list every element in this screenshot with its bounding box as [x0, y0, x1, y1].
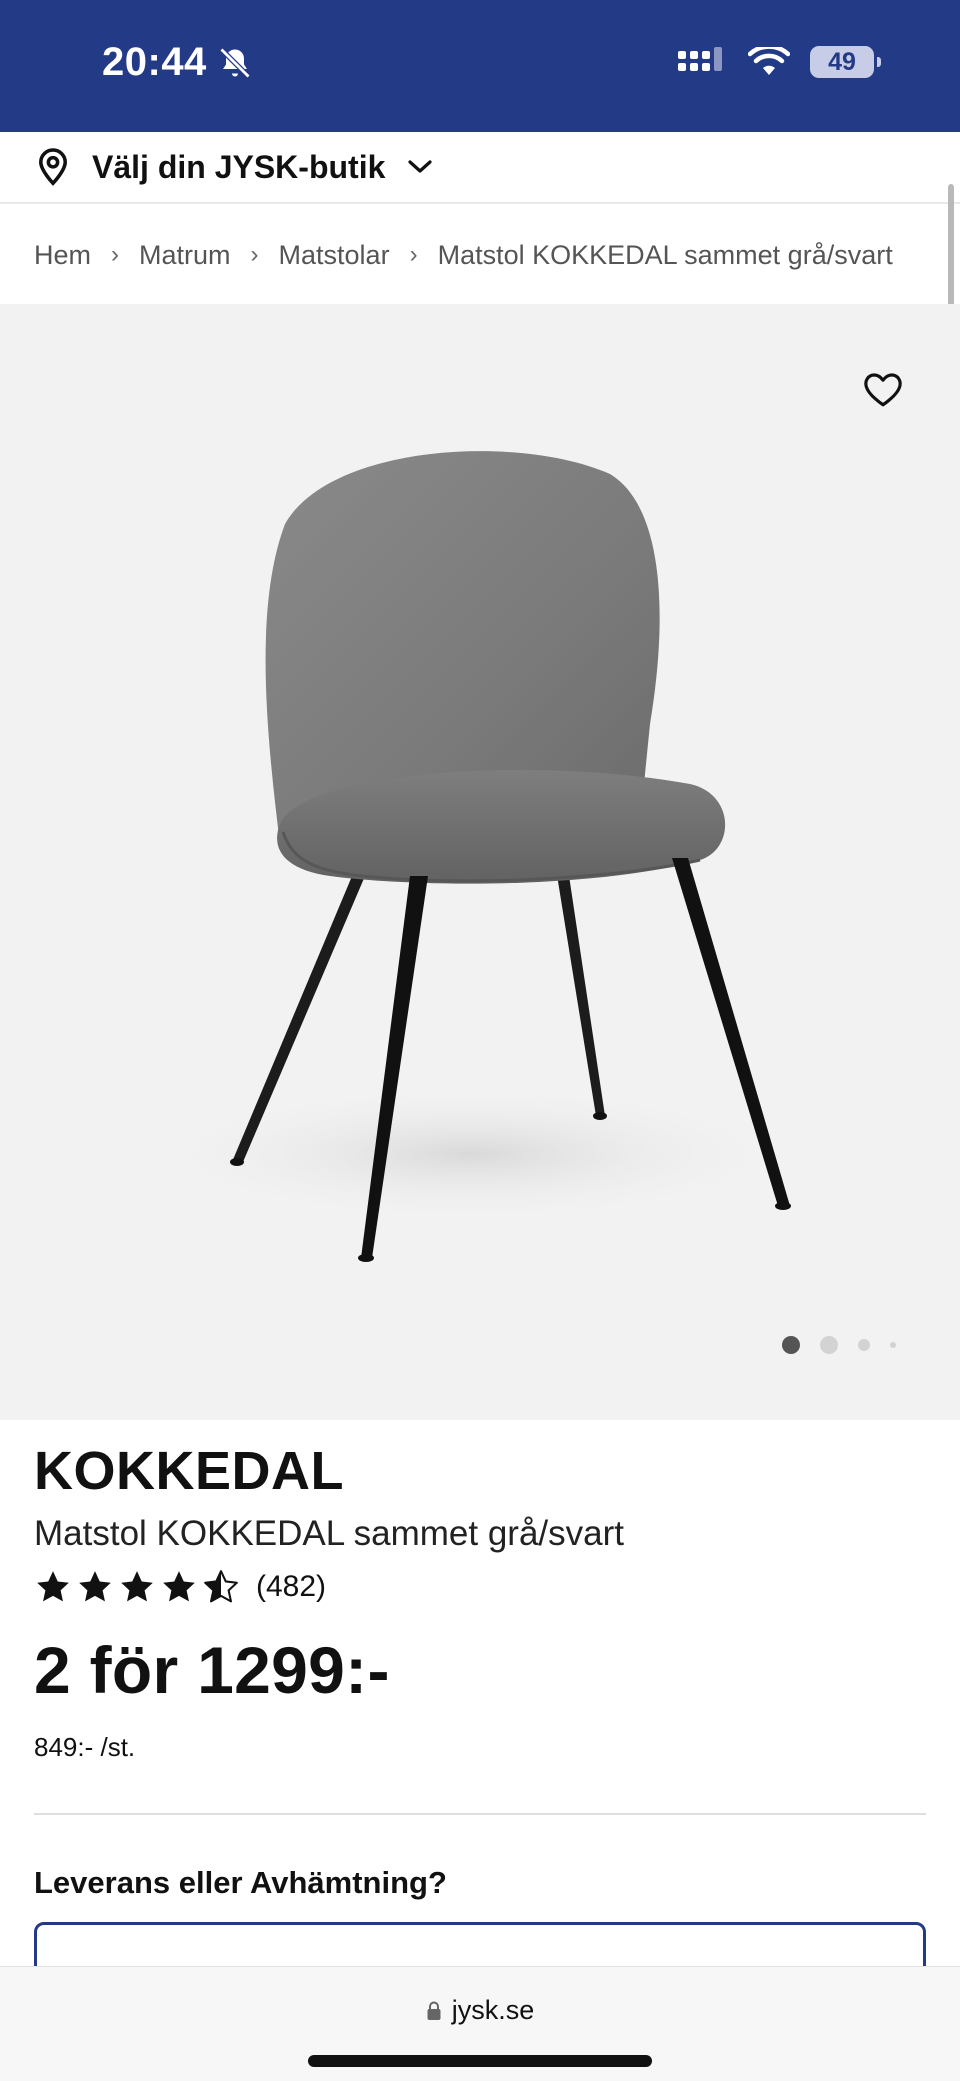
- review-count: (482): [256, 1570, 327, 1603]
- url-display[interactable]: jysk.se: [0, 1995, 960, 2026]
- gallery-dot[interactable]: [858, 1339, 870, 1351]
- breadcrumb-item-home[interactable]: Hem: [34, 240, 91, 271]
- battery-level: 49: [828, 47, 856, 76]
- breadcrumb-item-current: Matstol KOKKEDAL sammet grå/svart: [437, 239, 893, 270]
- star-icon: [121, 1571, 153, 1602]
- star-icon: [37, 1571, 69, 1602]
- status-bar: 20:44 49: [0, 0, 960, 132]
- star-icon: [79, 1571, 111, 1602]
- product-name: Matstol KOKKEDAL sammet grå/svart: [34, 1514, 624, 1553]
- heart-outline-icon[interactable]: [862, 368, 904, 410]
- product-rating[interactable]: (482): [34, 1568, 926, 1606]
- chevron-right-icon: ›: [111, 241, 120, 268]
- star-half-icon: [204, 1570, 238, 1603]
- product-brand: KOKKEDAL: [34, 1441, 344, 1501]
- chevron-right-icon: ›: [409, 241, 418, 268]
- store-selector-label: Välj din JYSK-butik: [92, 148, 386, 185]
- url-text: jysk.se: [451, 1995, 535, 2025]
- breadcrumb-item-matstolar[interactable]: Matstolar: [279, 240, 390, 271]
- gallery-pagination: [782, 1336, 896, 1354]
- product-info: KOKKEDAL Matstol KOKKEDAL sammet grå/sva…: [34, 1420, 926, 1901]
- home-indicator[interactable]: [308, 2055, 652, 2067]
- breadcrumb: Hem › Matrum › Matstolar › Matstol KOKKE…: [0, 206, 960, 304]
- chair-product-image: [140, 451, 800, 1262]
- product-price: 2 för 1299:-: [34, 1633, 390, 1707]
- chevron-down-icon: [408, 160, 432, 173]
- gallery-dot[interactable]: [890, 1342, 896, 1348]
- product-gallery[interactable]: [0, 304, 960, 1420]
- gallery-dot-active[interactable]: [782, 1336, 800, 1354]
- lock-icon: [427, 2001, 441, 2020]
- clock-label: 20:44: [102, 40, 207, 84]
- wifi-icon: [748, 47, 790, 75]
- status-indicators: 49: [678, 46, 881, 78]
- battery-icon: 49: [810, 46, 881, 78]
- bell-muted-icon: [219, 47, 251, 78]
- status-time: 20:44: [102, 40, 253, 85]
- delivery-title: Leverans eller Avhämtning?: [34, 1865, 447, 1900]
- unit-price: 849:- /st.: [34, 1732, 136, 1762]
- location-pin-icon: [39, 148, 67, 186]
- divider: [34, 1813, 926, 1815]
- store-selector[interactable]: Välj din JYSK-butik: [0, 132, 960, 204]
- breadcrumb-item-matrum[interactable]: Matrum: [139, 240, 231, 271]
- chevron-right-icon: ›: [250, 241, 259, 268]
- signal-icon: [678, 47, 722, 71]
- browser-url-bar[interactable]: jysk.se: [0, 1966, 960, 2081]
- star-icon: [163, 1571, 195, 1602]
- gallery-dot[interactable]: [820, 1336, 838, 1354]
